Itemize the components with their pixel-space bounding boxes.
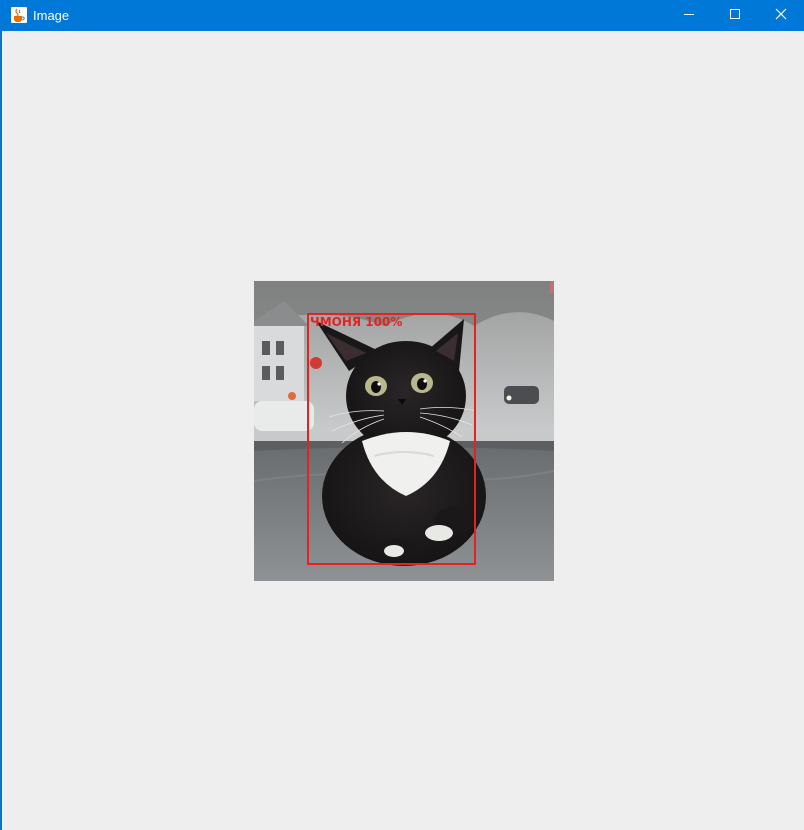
detection-label: ЧМОНЯ 100% <box>310 315 403 329</box>
minimize-icon <box>683 7 695 25</box>
maximize-icon <box>729 7 741 25</box>
java-cup-icon <box>11 7 27 23</box>
minimize-button[interactable] <box>666 0 712 31</box>
cat-photo: ЧМОНЯ 100% <box>254 281 554 581</box>
image-panel: ЧМОНЯ 100% <box>4 31 804 830</box>
window-title: Image <box>33 8 70 23</box>
detection-box <box>307 313 476 565</box>
app-window: Image ЧМОНЯ 100% <box>0 0 804 830</box>
close-button[interactable] <box>758 0 804 31</box>
maximize-button[interactable] <box>712 0 758 31</box>
close-icon <box>775 7 787 25</box>
title-bar[interactable]: Image <box>2 0 804 31</box>
